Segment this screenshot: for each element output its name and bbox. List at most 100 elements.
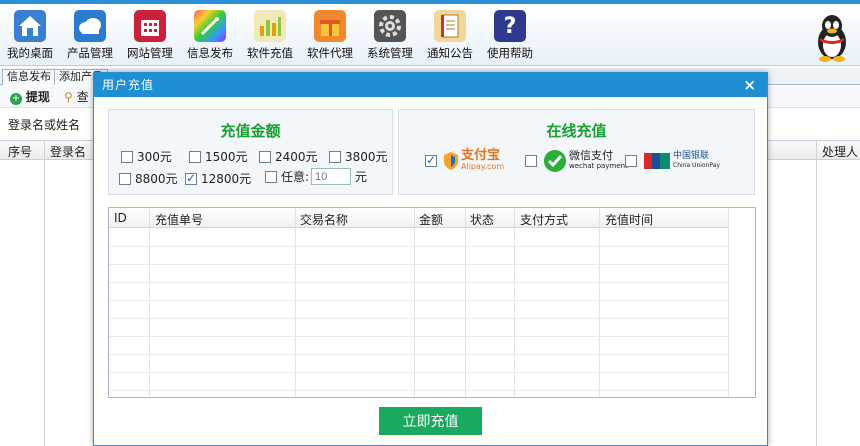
toolbar-label: 软件充值	[247, 46, 293, 60]
bg-grid-divider	[44, 140, 45, 446]
wechat-name: 微信支付	[569, 149, 613, 162]
search-label: 查	[76, 90, 89, 104]
amount-option-12800[interactable]: 12800元	[185, 170, 251, 187]
bg-grid-divider	[816, 140, 817, 446]
col-recharge-time: 充值时间	[605, 213, 654, 227]
unionpay-card-icon	[644, 153, 670, 169]
amount-option-custom[interactable]: 任意: 元	[265, 168, 367, 185]
amount-option-1500[interactable]: 1500元	[189, 148, 248, 165]
gift-box-icon	[314, 10, 346, 42]
column-divider	[149, 208, 150, 397]
checkbox[interactable]	[119, 172, 131, 185]
col-order-no: 充值单号	[155, 213, 204, 227]
row-divider	[109, 354, 755, 355]
amount-label: 300元	[137, 150, 172, 164]
column-divider	[295, 208, 296, 397]
withdraw-button[interactable]: + 提现	[10, 88, 50, 106]
payment-option-wechat[interactable]: 微信支付 wechat payment	[525, 150, 628, 172]
penguin-icon	[810, 12, 854, 62]
toolbar-item-notice[interactable]: 通知公告	[420, 10, 480, 61]
toolbar-item-help[interactable]: ? 使用帮助	[480, 10, 540, 61]
amount-label: 8800元	[135, 172, 178, 186]
notebook-icon	[434, 10, 466, 42]
gear-icon	[374, 10, 406, 42]
row-divider	[109, 336, 755, 337]
amount-label: 2400元	[275, 150, 318, 164]
toolbar-label: 信息发布	[187, 46, 233, 60]
toolbar-item-website[interactable]: 网站管理	[120, 10, 180, 61]
checkbox-checked[interactable]	[425, 153, 437, 167]
search-button[interactable]: ⚲ 查	[64, 88, 89, 106]
dialog-title: 用户充值	[102, 78, 155, 92]
unionpay-sub: China UnionPay	[673, 162, 720, 169]
custom-amount-label: 任意:	[281, 170, 310, 184]
column-divider	[465, 208, 466, 397]
amount-option-2400[interactable]: 2400元	[259, 148, 318, 165]
recharge-dialog: 用户充值 × 充值金额 300元 1500元 2400元 3800元 8800元…	[93, 72, 768, 446]
search-field-label: 登录名或姓名	[8, 118, 81, 132]
amount-option-8800[interactable]: 8800元	[119, 170, 178, 187]
checkbox[interactable]	[259, 150, 271, 163]
toolbar-item-agent[interactable]: 软件代理	[300, 10, 360, 61]
amount-label: 12800元	[201, 172, 252, 186]
cloud-icon	[74, 10, 106, 42]
row-divider	[109, 282, 755, 283]
bg-col-handler: 处理人	[822, 145, 859, 159]
table-header: ID 充值单号 交易名称 金额 状态 支付方式 充值时间	[109, 208, 755, 228]
payment-option-unionpay[interactable]: 中国银联 China UnionPay	[625, 152, 720, 170]
amount-option-3800[interactable]: 3800元	[329, 148, 388, 165]
col-id: ID	[114, 211, 127, 225]
column-divider	[514, 208, 515, 397]
plus-circle-icon: +	[10, 93, 22, 105]
custom-amount-unit: 元	[355, 170, 368, 184]
house-icon	[14, 10, 46, 42]
checkbox[interactable]	[265, 170, 277, 183]
toolbar-label: 网站管理	[127, 46, 173, 60]
wechat-sub: wechat payment	[569, 162, 628, 170]
amount-label: 3800元	[345, 150, 388, 164]
main-toolbar: 我的桌面 产品管理 网站管理 信息发布 软件充值 软件代理 系统管理 通知公告 …	[0, 0, 860, 66]
toolbar-item-desktop[interactable]: 我的桌面	[0, 10, 60, 61]
checkbox[interactable]	[121, 150, 133, 163]
unionpay-name: 中国银联	[673, 151, 710, 161]
close-icon[interactable]: ×	[743, 73, 757, 97]
wechat-logo: 微信支付 wechat payment	[569, 150, 628, 172]
column-divider	[599, 208, 600, 397]
amount-panel-title: 充值金额	[220, 122, 281, 140]
tab-publish[interactable]: 信息发布	[2, 69, 56, 85]
payment-option-alipay[interactable]: 支付宝 Alipay.com	[425, 148, 505, 172]
checkbox[interactable]	[525, 155, 537, 167]
amount-label: 1500元	[205, 150, 248, 164]
amount-option-300[interactable]: 300元	[121, 148, 172, 165]
row-divider	[109, 390, 755, 391]
row-divider	[109, 318, 755, 319]
recharge-now-button[interactable]: 立即充值	[379, 407, 482, 435]
toolbar-label: 通知公告	[427, 46, 473, 60]
row-divider	[109, 300, 755, 301]
checkbox[interactable]	[189, 150, 201, 163]
bar-chart-icon	[254, 10, 286, 42]
col-status: 状态	[470, 213, 495, 227]
toolbar-item-recharge[interactable]: 软件充值	[240, 10, 300, 61]
toolbar-label: 我的桌面	[7, 46, 53, 60]
online-panel-title: 在线充值	[546, 122, 607, 140]
col-amount: 金额	[419, 213, 444, 227]
column-divider	[414, 208, 415, 397]
alipay-name: 支付宝	[461, 148, 501, 163]
toolbar-item-system[interactable]: 系统管理	[360, 10, 420, 61]
checkbox[interactable]	[329, 150, 341, 163]
toolbar-label: 软件代理	[307, 46, 353, 60]
recharge-history-table: ID 充值单号 交易名称 金额 状态 支付方式 充值时间	[108, 207, 756, 398]
table-scrollbar[interactable]	[728, 208, 755, 397]
checkbox-checked[interactable]	[185, 171, 197, 185]
toolbar-item-products[interactable]: 产品管理	[60, 10, 120, 61]
custom-amount-input[interactable]	[311, 168, 352, 185]
alipay-shield-icon	[443, 151, 459, 171]
alipay-sub: Alipay.com	[461, 162, 505, 171]
checkbox[interactable]	[625, 155, 637, 167]
col-pay-method: 支付方式	[520, 213, 569, 227]
toolbar-item-publish[interactable]: 信息发布	[180, 10, 240, 61]
search-icon: ⚲	[64, 90, 73, 104]
building-icon	[134, 10, 166, 42]
withdraw-label: 提现	[25, 90, 50, 104]
